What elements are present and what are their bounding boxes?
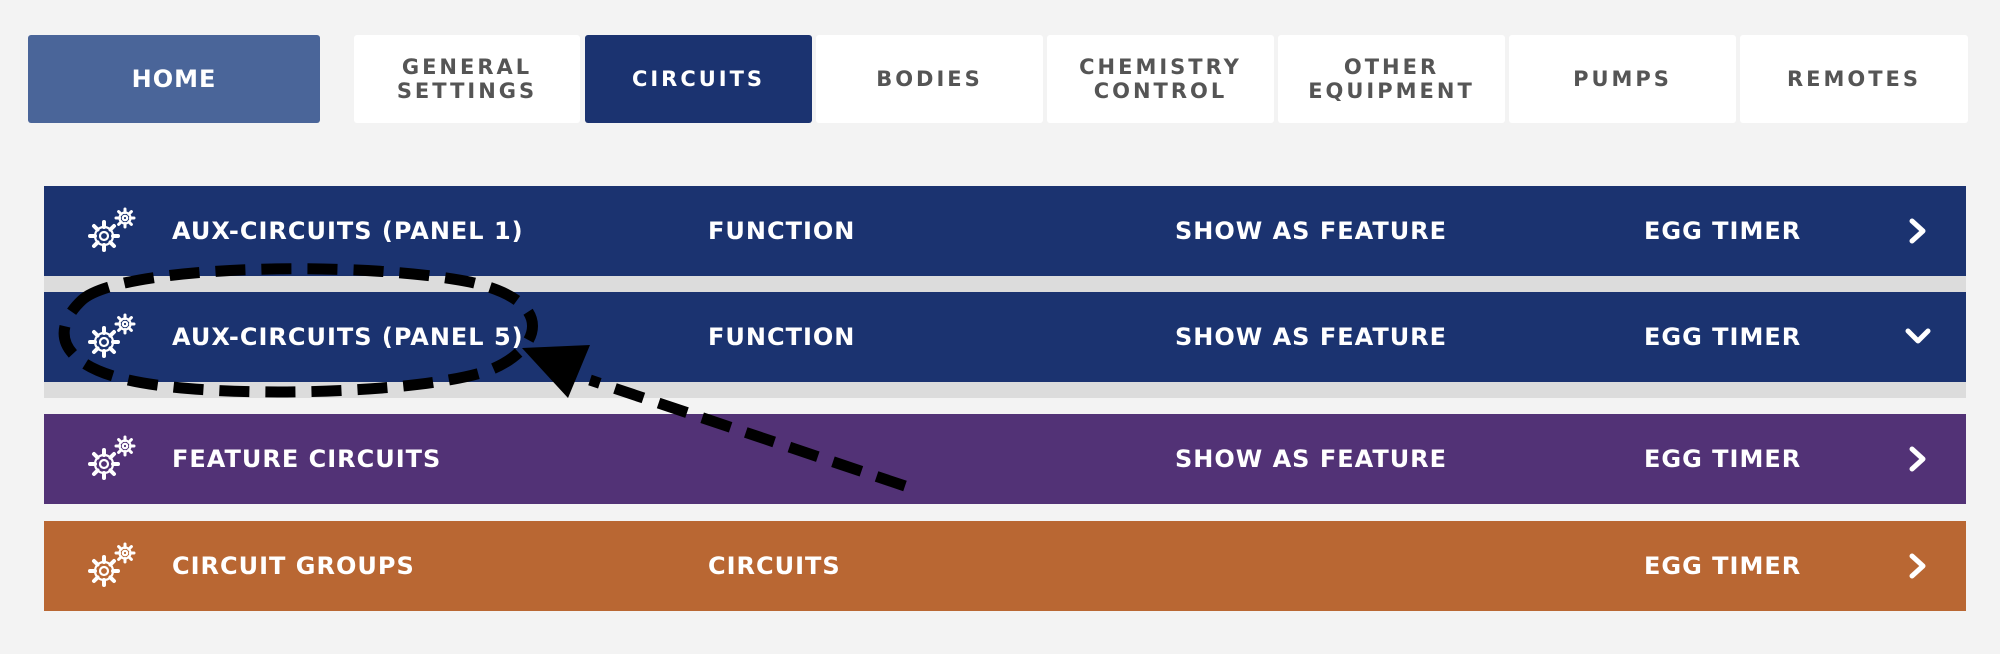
annotation-dashed-ellipse	[58, 263, 538, 398]
annotation-dashed-arrow-shaft	[588, 374, 907, 492]
annotation-overlay	[58, 263, 907, 492]
annotation-arrowhead	[522, 345, 590, 398]
